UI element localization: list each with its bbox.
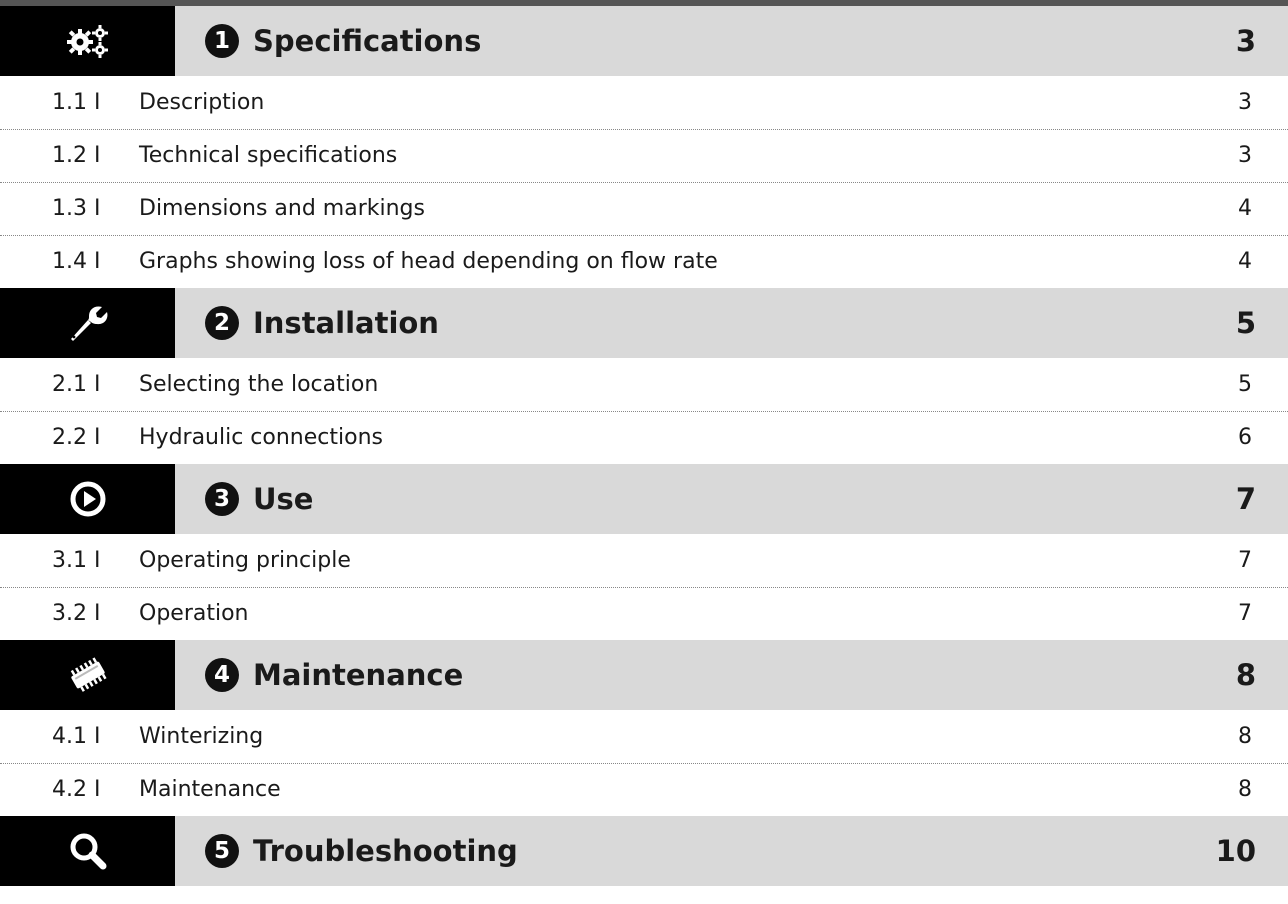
toc-entry[interactable]: 1.3 I Dimensions and markings 4: [0, 183, 1288, 236]
toc-entry[interactable]: 4.1 I Winterizing 8: [0, 711, 1288, 764]
entry-title: Description: [139, 90, 265, 115]
entry-number: 3.2 I: [52, 601, 101, 626]
entry-page-number: 8: [1238, 724, 1252, 749]
section-header-maintenance[interactable]: 4 Maintenance 8: [0, 640, 1288, 711]
toc-entry[interactable]: 2.1 I Selecting the location 5: [0, 359, 1288, 412]
section-icon-box: [0, 464, 175, 534]
section-page-number: 10: [1215, 834, 1256, 868]
section-number-badge: 3: [205, 482, 239, 516]
toc-entry[interactable]: 2.2 I Hydraulic connections 6: [0, 412, 1288, 464]
entry-title: Hydraulic connections: [139, 425, 383, 450]
gears-icon: [66, 25, 108, 58]
section-title: Maintenance: [253, 658, 464, 692]
section-number-badge: 1: [205, 24, 239, 58]
section-page-number: 3: [1235, 24, 1256, 58]
entry-number: 3.1 I: [52, 548, 101, 573]
entry-number: 4.1 I: [52, 724, 101, 749]
section-title: Installation: [253, 306, 439, 340]
toc-entry[interactable]: 1.2 I Technical specifications 3: [0, 130, 1288, 183]
section-page-number: 8: [1235, 658, 1256, 692]
entry-title: Operation: [139, 601, 249, 626]
entry-title: Technical specifications: [139, 143, 398, 168]
entry-page-number: 8: [1238, 777, 1252, 802]
section-header-use[interactable]: 3 Use 7: [0, 464, 1288, 535]
entry-title: Dimensions and markings: [139, 196, 425, 221]
entry-page-number: 3: [1238, 90, 1252, 115]
entry-number: 1.4 I: [52, 249, 101, 274]
entry-number: 1.1 I: [52, 90, 101, 115]
entry-page-number: 6: [1238, 425, 1252, 450]
section-page-number: 5: [1235, 306, 1256, 340]
section-header-troubleshooting[interactable]: 5 Troubleshooting 10: [0, 816, 1288, 887]
entry-title: Selecting the location: [139, 372, 379, 397]
entry-title: Operating principle: [139, 548, 351, 573]
play-icon: [70, 481, 105, 517]
entry-page-number: 5: [1238, 372, 1252, 397]
wrench-icon: [70, 306, 107, 341]
toc-entry[interactable]: 3.2 I Operation 7: [0, 588, 1288, 640]
entry-number: 1.2 I: [52, 143, 101, 168]
section-title: Use: [253, 482, 314, 516]
entry-number: 2.1 I: [52, 372, 101, 397]
section-page-number: 7: [1235, 482, 1256, 516]
section-icon-box: [0, 288, 175, 358]
table-of-contents: 1 Specifications 3 1.1 I Description 3 1…: [0, 6, 1288, 887]
section-icon-box: [0, 640, 175, 710]
entry-number: 4.2 I: [52, 777, 101, 802]
section-icon-box: [0, 6, 175, 76]
entry-page-number: 4: [1238, 249, 1252, 274]
entry-page-number: 3: [1238, 143, 1252, 168]
entry-title: Maintenance: [139, 777, 281, 802]
section-title: Troubleshooting: [253, 834, 518, 868]
entry-page-number: 4: [1238, 196, 1252, 221]
section-header-installation[interactable]: 2 Installation 5: [0, 288, 1288, 359]
toc-entry[interactable]: 3.1 I Operating principle 7: [0, 535, 1288, 588]
entry-page-number: 7: [1238, 548, 1252, 573]
entry-number: 1.3 I: [52, 196, 101, 221]
toc-entry[interactable]: 4.2 I Maintenance 8: [0, 764, 1288, 816]
section-header-specifications[interactable]: 1 Specifications 3: [0, 6, 1288, 77]
section-number-badge: 4: [205, 658, 239, 692]
toc-entry[interactable]: 1.4 I Graphs showing loss of head depend…: [0, 236, 1288, 288]
section-title: Specifications: [253, 24, 482, 58]
section-number-badge: 2: [205, 306, 239, 340]
cartridge-icon: [70, 657, 107, 692]
entry-title: Graphs showing loss of head depending on…: [139, 249, 718, 274]
magnifier-icon: [70, 833, 106, 870]
toc-entry[interactable]: 1.1 I Description 3: [0, 77, 1288, 130]
entry-page-number: 7: [1238, 601, 1252, 626]
entry-number: 2.2 I: [52, 425, 101, 450]
entry-title: Winterizing: [139, 724, 264, 749]
section-icon-box: [0, 816, 175, 886]
section-number-badge: 5: [205, 834, 239, 868]
